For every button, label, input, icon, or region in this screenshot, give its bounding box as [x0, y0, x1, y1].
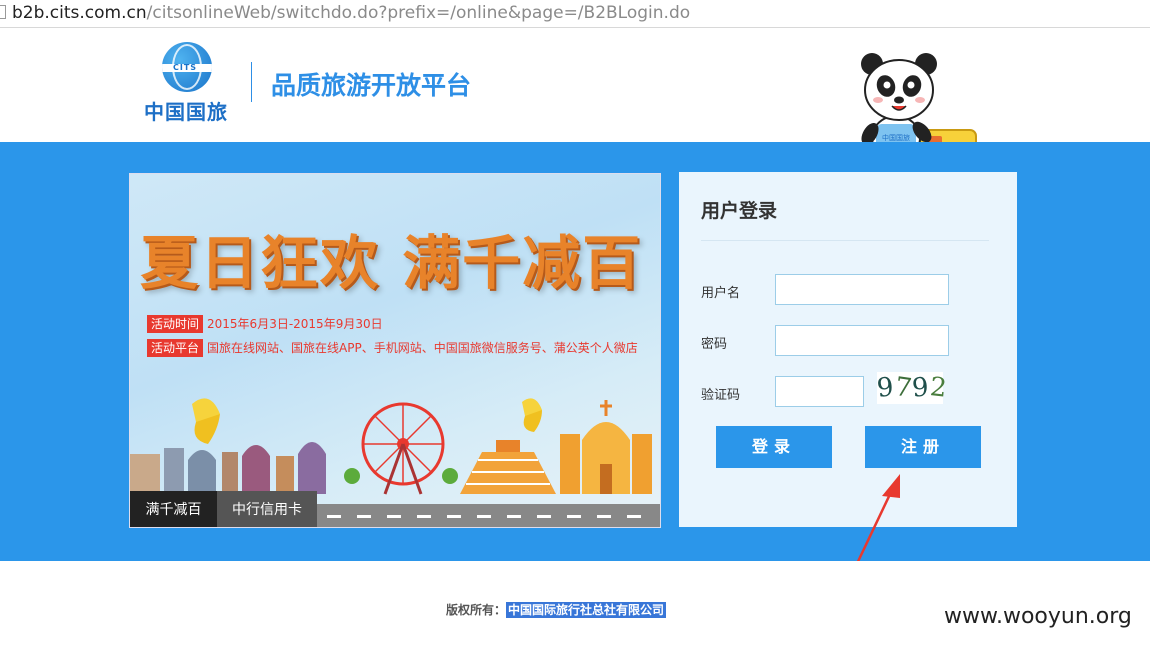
site-slogan: 品质旅游开放平台 [271, 71, 472, 100]
url-path: /citsonlineWeb/switchdo.do?prefix=/onlin… [146, 3, 691, 23]
promo-platform-label: 活动平台 [147, 339, 204, 357]
butterfly-icon [522, 398, 542, 432]
login-title: 用户登录 [701, 200, 778, 222]
promo-time-label: 活动时间 [147, 315, 204, 333]
url-host: b2b.cits.com.cn [12, 3, 147, 23]
password-input[interactable] [775, 325, 949, 356]
promo-platform-value: 国旅在线网站、国旅在线APP、手机网站、中国国旅微信服务号、蒲公英个人微店 [207, 341, 638, 355]
mascot-shirt-text: 中国国旅 [882, 133, 910, 142]
header-divider [251, 62, 252, 102]
logo-badge-text: CITS [173, 63, 198, 72]
login-divider [701, 240, 989, 241]
username-input[interactable] [775, 274, 949, 305]
banner-tab-boc-credit-card[interactable]: 中行信用卡 [217, 491, 317, 527]
captcha-image[interactable]: 9792 [875, 372, 948, 404]
promo-time-value: 2015年6月3日-2015年9月30日 [207, 317, 383, 331]
site-footer: 版权所有： 中国国际旅行社总社有限公司 www.wooyun.org [0, 561, 1150, 647]
copyright-prefix: 版权所有： [446, 603, 507, 617]
promo-platform-row: 活动平台 国旅在线网站、国旅在线APP、手机网站、中国国旅微信服务号、蒲公英个人微… [147, 339, 638, 357]
copyright-notice: 版权所有： 中国国际旅行社总社有限公司 [446, 601, 667, 618]
copyright-company: 中国国际旅行社总社有限公司 [506, 602, 667, 618]
watermark-text: www.wooyun.org [944, 604, 1132, 629]
captcha-label: 验证码 [701, 388, 741, 403]
butterfly-icon [192, 398, 220, 444]
address-bar[interactable]: b2b.cits.com.cn/citsonlineWeb/switchdo.d… [0, 0, 1150, 28]
captcha-input[interactable] [775, 376, 864, 407]
username-label: 用户名 [701, 286, 741, 301]
banner-headline: 夏日狂欢 满千减百 [140, 229, 643, 297]
promo-time-row: 活动时间 2015年6月3日-2015年9月30日 [147, 315, 383, 333]
promo-banner[interactable]: 夏日狂欢 满千减百 活动时间 2015年6月3日-2015年9月30日 活动平台国… [129, 173, 661, 528]
banner-tab-manqian[interactable]: 满千减百 [130, 491, 217, 527]
login-button[interactable]: 登录 [716, 426, 832, 468]
globe-icon: CITS [162, 42, 212, 92]
road-decoration [317, 504, 660, 527]
url-text[interactable]: b2b.cits.com.cn/citsonlineWeb/switchdo.d… [12, 2, 690, 24]
register-button[interactable]: 注册 [865, 426, 981, 468]
password-label: 密码 [701, 337, 728, 352]
logo-text: 中国国旅 [144, 100, 228, 124]
site-header: CITS 中国国旅 品质旅游开放平台 中国国旅 [0, 28, 1150, 170]
cits-logo[interactable]: CITS 中国国旅 [140, 42, 240, 124]
page-icon [0, 5, 6, 19]
